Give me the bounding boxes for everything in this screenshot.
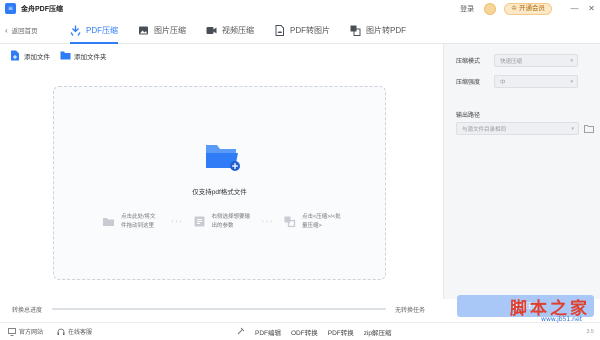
vip-button-label: 开通会员 — [519, 4, 545, 12]
step-add-file: 点击此处/将文件拖动到这里 — [102, 213, 161, 231]
tab-pdf-to-image[interactable]: PDF转图片 — [264, 17, 340, 44]
add-folder-icon — [60, 50, 71, 61]
add-file-label: 添加文件 — [24, 53, 50, 61]
folder-icon — [102, 215, 115, 228]
tab-video-compress[interactable]: 视频压缩 — [196, 17, 264, 44]
official-website-link[interactable]: 官方网站 — [8, 327, 43, 336]
link-pdf-edit[interactable]: PDF编辑 — [255, 327, 281, 337]
login-link[interactable]: 登录 — [460, 4, 474, 14]
official-website-label: 官方网站 — [19, 330, 44, 336]
video-compress-icon — [206, 25, 217, 36]
tools-icon — [237, 327, 245, 337]
compress-strength-select[interactable]: 中 ▾ — [494, 75, 578, 88]
close-button[interactable]: ✕ — [583, 0, 600, 17]
step-choose-settings: 右侧选择想要输出的参数 — [193, 213, 252, 231]
watermark-url: www.jb51.net — [541, 316, 582, 323]
step-separator: › › › — [171, 219, 182, 225]
output-path-row: 与源文件目录相同 ▾ — [456, 122, 579, 135]
usage-steps: 点击此处/将文件拖动到这里 › › › 右侧选择想要输出的参数 › › › 点击… — [102, 213, 342, 231]
settings-icon — [193, 215, 206, 228]
output-path-label: 输出路径 — [456, 113, 481, 119]
tab-image-to-pdf[interactable]: 图片转PDF — [340, 17, 416, 44]
tab-pdf-compress[interactable]: PDF压缩 — [60, 17, 128, 44]
progress-row: 转换总进度 无转换任务 — [0, 299, 443, 319]
pdf-to-image-icon — [274, 24, 285, 36]
headset-icon — [57, 328, 65, 336]
step-text: 右侧选择想要输出的参数 — [211, 214, 251, 229]
step-compress: 点击<压缩>/<批量压缩> — [283, 213, 342, 231]
compress-strength-value: 中 — [500, 79, 506, 86]
settings-panel: 压缩模式 快速压缩 ▾ 压缩强度 中 ▾ 输出路径 与源文件目录相同 ▾ — [443, 44, 600, 299]
compress-strength-row: 压缩强度 中 ▾ — [456, 75, 578, 88]
step-text: 点击此处/将文件拖动到这里 — [121, 214, 156, 229]
compress-mode-label: 压缩模式 — [456, 59, 481, 65]
compress-icon — [70, 25, 81, 36]
link-odf-convert[interactable]: ODF转换 — [291, 327, 318, 337]
status-bar-left: 官方网站 在线客服 — [8, 327, 92, 336]
image-to-pdf-icon — [350, 25, 361, 36]
tab-label: PDF压缩 — [86, 25, 118, 35]
crown-icon: ♔ — [511, 4, 517, 12]
add-file-icon — [10, 50, 20, 61]
vip-button[interactable]: ♔ 开通会员 — [504, 2, 552, 15]
image-compress-icon — [138, 25, 149, 36]
compress-mode-value: 快速压缩 — [500, 58, 523, 65]
step-text: 点击<压缩>/<批量压缩> — [302, 214, 341, 229]
chevron-down-icon: ▾ — [570, 57, 573, 64]
online-support-link[interactable]: 在线客服 — [57, 327, 92, 336]
monitor-icon — [8, 327, 16, 336]
file-drop-zone[interactable]: 仅支持pdf格式文件 点击此处/将文件拖动到这里 › › › 右侧选择想要输出的… — [53, 86, 386, 280]
app-logo-icon: ≡ — [5, 3, 16, 14]
progress-status: 无转换任务 — [395, 307, 426, 314]
minimize-button[interactable]: — — [566, 0, 583, 17]
tab-label: 图片转PDF — [366, 25, 406, 35]
folder-open-icon[interactable] — [584, 125, 594, 133]
add-file-button[interactable]: 添加文件 — [10, 48, 50, 63]
tab-label: 图片压缩 — [154, 25, 186, 35]
back-arrow-icon: ‹ — [5, 25, 8, 35]
avatar[interactable] — [484, 2, 497, 15]
main-panel: 添加文件 添加文件夹 仅支持pdf格式文件 点击此处/将文件拖动到这里 › › … — [0, 44, 443, 299]
file-toolbar: 添加文件 添加文件夹 — [10, 48, 107, 63]
output-path-value: 与源文件目录相同 — [462, 126, 507, 133]
back-home-label: 返回首页 — [11, 28, 38, 35]
tab-label: PDF转图片 — [290, 25, 330, 35]
tab-bar: ‹ 返回首页 PDF压缩 图片压缩 视频压缩 PDF转图片 图片转PDF — [0, 17, 600, 44]
back-home-button[interactable]: ‹ 返回首页 — [5, 25, 60, 36]
chevron-down-icon: ▾ — [570, 78, 573, 85]
app-title: 金舟PDF压缩 — [21, 5, 63, 13]
folder-icon — [204, 142, 240, 172]
title-bar: ≡ 金舟PDF压缩 登录 ♔ 开通会员 — ✕ — [0, 0, 600, 17]
tool-links: PDF编辑 ODF转换 PDF转换 zip解压缩 — [237, 327, 392, 337]
compress-mode-select[interactable]: 快速压缩 ▾ — [494, 54, 578, 67]
step-separator: › › › — [262, 219, 273, 225]
output-path-select[interactable]: 与源文件目录相同 ▾ — [456, 122, 579, 135]
add-folder-button[interactable]: 添加文件夹 — [60, 48, 107, 63]
tab-label: 视频压缩 — [222, 25, 254, 35]
tab-image-compress[interactable]: 图片压缩 — [128, 17, 196, 44]
compress-action-icon — [283, 215, 296, 228]
compress-strength-label: 压缩强度 — [456, 80, 481, 86]
online-support-label: 在线客服 — [68, 330, 93, 336]
link-pdf-convert[interactable]: PDF转换 — [328, 327, 354, 337]
progress-bar — [52, 308, 386, 310]
support-format-text: 仅支持pdf格式文件 — [192, 189, 247, 196]
watermark: 脚本之家 www.jb51.net — [482, 292, 600, 340]
chevron-down-icon: ▾ — [571, 125, 574, 132]
compress-mode-row: 压缩模式 快速压缩 ▾ — [456, 54, 578, 67]
progress-label: 转换总进度 — [12, 307, 43, 314]
link-zip-extract[interactable]: zip解压缩 — [364, 327, 392, 337]
add-folder-label: 添加文件夹 — [74, 53, 107, 61]
title-bar-controls: 登录 ♔ 开通会员 — ✕ — [460, 0, 600, 17]
